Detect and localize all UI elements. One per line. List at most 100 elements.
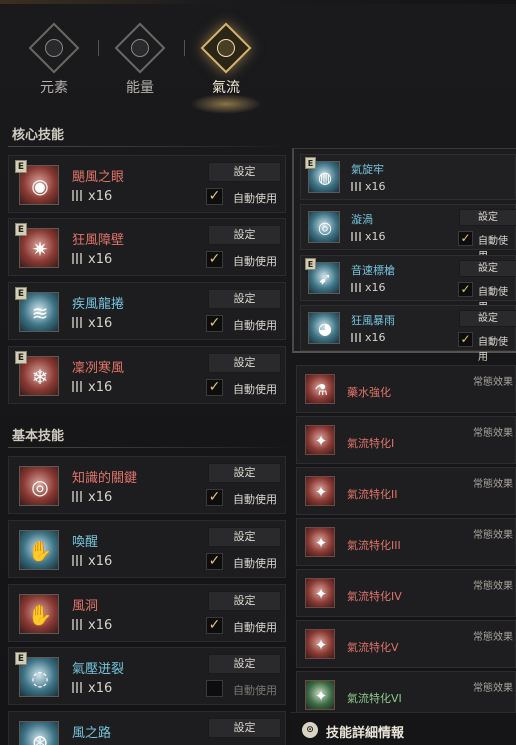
airflow-spec-icon-glyph: ✦ [314, 687, 328, 705]
set-button[interactable]: 設定 [459, 310, 516, 327]
set-button[interactable]: 設定 [208, 289, 281, 309]
passive-name: 氣流特化II [347, 488, 398, 501]
eye-of-knowledge-icon[interactable]: ◎ [19, 466, 59, 506]
set-button[interactable]: 設定 [208, 162, 281, 182]
airflow-spec-icon[interactable]: ✦ [305, 578, 335, 608]
auto-use-label: 自動使用 [233, 621, 277, 634]
airflow-spec-icon[interactable]: ✦ [305, 629, 335, 659]
skill-count-value: x16 [88, 189, 113, 204]
category-tabs: 元素 能量 氣流 [0, 0, 300, 114]
auto-use-checkbox[interactable]: ✓ [206, 315, 223, 332]
e-badge-icon: E [15, 652, 27, 665]
tab-label: 元素 [40, 80, 68, 96]
count-bars-icon [72, 619, 84, 630]
passive-card[interactable]: ✦ 氣流特化IV 常態效果 [296, 569, 516, 617]
airflow-spec-icon[interactable]: ✦ [305, 680, 335, 710]
skill-count-value: x16 [365, 180, 386, 193]
skill-card[interactable]: ◌ E 氣壓迸裂 x16 設定 自動使用 [8, 647, 286, 705]
skill-count-value: x16 [365, 230, 386, 243]
info-icon: ⊙ [302, 722, 318, 738]
tab-label: 能量 [126, 80, 154, 96]
skill-name: 喚醒 [72, 535, 99, 550]
awaken-hand-icon[interactable]: ✋ [19, 530, 59, 570]
divider [8, 146, 288, 147]
right-skill-card[interactable]: ➹E音速標槍x16設定✓自動使用 [300, 255, 516, 313]
skill-card[interactable]: ✋ 風洞 x16 設定 ✓ 自動使用 [8, 584, 286, 642]
count-bars-icon [72, 682, 84, 693]
skill-card[interactable]: ◉ E 颶風之眼 x16 設定 ✓ 自動使用 [8, 155, 286, 213]
set-button[interactable]: 設定 [459, 260, 516, 277]
tab-energy[interactable]: 能量 [110, 22, 170, 102]
auto-use-label: 自動使用 [233, 684, 277, 697]
passive-card[interactable]: ✦ 氣流特化I 常態效果 [296, 416, 516, 464]
skill-card[interactable]: ◎ 知識的關鍵 x16 設定 ✓ 自動使用 [8, 456, 286, 514]
count-bars-icon [72, 381, 84, 392]
right-skill-card[interactable]: ◎漩渦x16設定✓自動使用 [300, 204, 516, 262]
airflow-spec-icon[interactable]: ✦ [305, 527, 335, 557]
auto-use-checkbox[interactable]: ✓ [206, 251, 223, 268]
wind-cave-icon[interactable]: ✋ [19, 594, 59, 634]
passive-tag: 常態效果 [473, 683, 513, 694]
auto-use-checkbox[interactable] [206, 680, 223, 697]
tab-label: 氣流 [212, 80, 240, 96]
set-button[interactable]: 設定 [208, 718, 281, 738]
skill-card[interactable]: ❄ E 凜冽寒風 x16 設定 ✓ 自動使用 [8, 346, 286, 404]
count-bars-icon [351, 232, 361, 241]
right-skill-card[interactable]: ◕ 狂風暴雨 x16 設定 ✓ 自動使用 [300, 305, 516, 363]
passive-card[interactable]: ⚗ 藥水強化 常態效果 [296, 365, 516, 413]
skill-name: 氣旋牢 [351, 163, 384, 176]
passive-card[interactable]: ✦ 氣流特化II 常態效果 [296, 467, 516, 515]
skill-count: x16 [351, 180, 386, 193]
vortex-icon[interactable]: ◎ [308, 211, 340, 243]
passive-tag: 常態效果 [473, 479, 513, 490]
right-skill-card[interactable]: ◍ E 氣旋牢 x16 [300, 154, 516, 200]
passive-name: 氣流特化I [347, 437, 395, 450]
set-button[interactable]: 設定 [208, 225, 281, 245]
skill-card[interactable]: ✷ E 狂風障壁 x16 設定 ✓ 自動使用 [8, 218, 286, 276]
auto-use-checkbox[interactable]: ✓ [206, 489, 223, 506]
auto-use-checkbox[interactable]: ✓ [206, 553, 223, 570]
passive-name: 氣流特化IV [347, 590, 402, 603]
skill-name: 凜冽寒風 [72, 361, 125, 376]
e-badge-icon: E [305, 157, 316, 169]
tab-element[interactable]: 元素 [24, 22, 84, 102]
set-button[interactable]: 設定 [208, 654, 281, 674]
tab-airflow[interactable]: 氣流 [190, 22, 262, 114]
auto-use-checkbox[interactable]: ✓ [458, 231, 473, 246]
skill-name: 知識的關鍵 [72, 471, 138, 486]
skill-count-value: x16 [88, 252, 113, 267]
set-button[interactable]: 設定 [208, 353, 281, 373]
set-button[interactable]: 設定 [208, 463, 281, 483]
airflow-spec-icon[interactable]: ✦ [305, 425, 335, 455]
storm-rain-icon[interactable]: ◕ [308, 312, 340, 344]
auto-use-checkbox[interactable]: ✓ [458, 332, 473, 347]
energy-icon [114, 22, 166, 74]
auto-use-checkbox[interactable]: ✓ [206, 188, 223, 205]
skill-card[interactable]: ✋ 喚醒 x16 設定 ✓ 自動使用 [8, 520, 286, 578]
count-bars-icon [351, 333, 361, 342]
passive-card[interactable]: ✦ 氣流特化V 常態效果 [296, 620, 516, 668]
potion-icon[interactable]: ⚗ [305, 374, 335, 404]
auto-use-checkbox[interactable]: ✓ [206, 617, 223, 634]
wind-path-icon[interactable]: ⊛ [19, 721, 59, 745]
skill-name: 狂風暴雨 [351, 314, 395, 327]
skill-card[interactable]: ≋ E 疾風龍捲 x16 設定 ✓ 自動使用 [8, 282, 286, 340]
set-button[interactable]: 設定 [459, 209, 516, 226]
airflow-spec-icon-glyph: ✦ [314, 534, 328, 552]
passive-tag: 常態效果 [473, 530, 513, 541]
auto-use-label: 自動使用 [233, 192, 277, 205]
auto-use-checkbox[interactable]: ✓ [206, 379, 223, 396]
section-title-basic: 基本技能 [12, 429, 65, 444]
skill-name: 風洞 [72, 599, 99, 614]
tab-divider [98, 40, 99, 56]
airflow-spec-icon[interactable]: ✦ [305, 476, 335, 506]
set-button[interactable]: 設定 [208, 591, 281, 611]
e-badge-icon: E [15, 160, 27, 173]
skill-card[interactable]: ⊛ 風之路 設定 [8, 711, 286, 745]
skill-details-button[interactable]: ⊙ 技能詳細情報 [290, 712, 516, 745]
passive-card[interactable]: ✦ 氣流特化III 常態效果 [296, 518, 516, 566]
set-button[interactable]: 設定 [208, 527, 281, 547]
skill-count-value: x16 [365, 281, 386, 294]
skill-count-value: x16 [88, 618, 113, 633]
auto-use-checkbox[interactable]: ✓ [458, 282, 473, 297]
